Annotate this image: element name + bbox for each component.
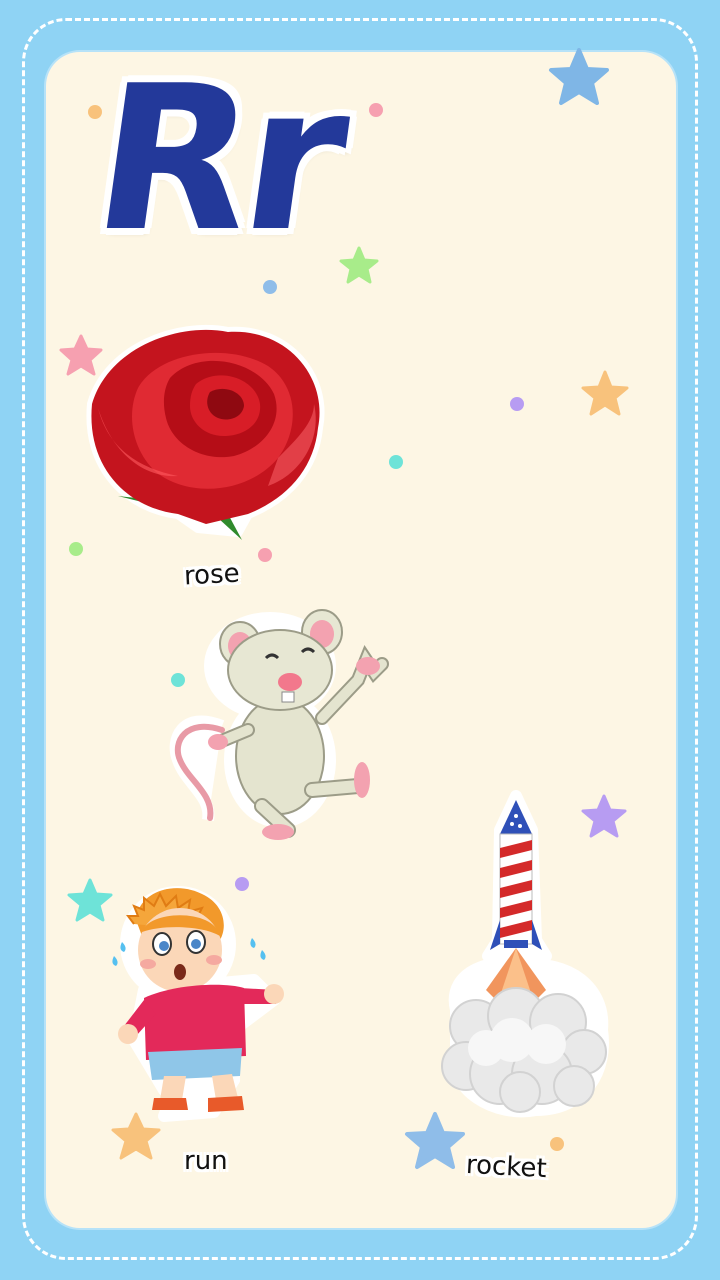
rose-icon [78,318,330,548]
word-rocket: rocket [465,1150,547,1184]
letter-heading: Rr [84,60,353,260]
running-boy-icon [104,880,290,1130]
word-run: run [184,1146,228,1176]
flashcard-frame: Rr rose [0,0,720,1280]
rocket-icon [436,790,612,1122]
rat-icon [162,600,394,852]
word-rose: rose [183,559,240,592]
